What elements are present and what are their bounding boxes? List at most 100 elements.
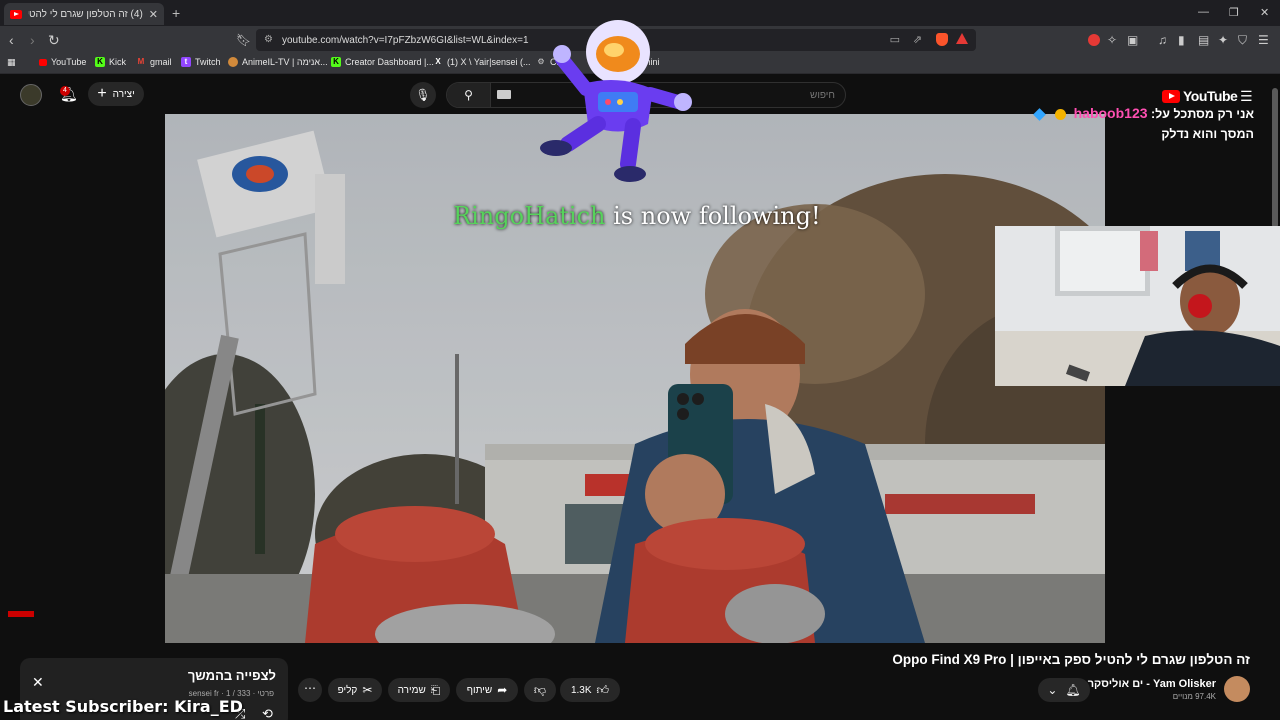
plus-icon: +: [97, 85, 107, 102]
sidebar-icon[interactable]: ▮: [1178, 33, 1185, 47]
apps-icon[interactable]: ▦: [7, 57, 16, 68]
leo-ai-icon[interactable]: ✦: [1218, 33, 1228, 47]
voice-search-icon[interactable]: 🎙︎: [410, 82, 436, 108]
save-label: שמירה: [397, 684, 426, 696]
brave-shields-icon[interactable]: [936, 33, 948, 46]
tab-title: (4) זה הטלפון שגרם לי להטיל ספ: [28, 8, 143, 20]
minimize-button[interactable]: —: [1198, 6, 1209, 18]
follow-alert: RingoHatich is now following!: [453, 202, 821, 230]
cast-icon[interactable]: ▭: [890, 33, 900, 46]
page-scrollbar[interactable]: [1272, 88, 1278, 228]
follower-name: RingoHatich: [453, 202, 606, 230]
create-button[interactable]: + יצירה: [88, 82, 144, 106]
search-icon[interactable]: ⚲: [447, 83, 491, 107]
thumbs-up-icon: 👍︎: [596, 682, 610, 697]
bookmark-animeil[interactable]: AnimeIL-TV | אנימה...: [228, 57, 328, 67]
bookmark-label: AnimeIL-TV | אנימה...: [242, 57, 328, 67]
subscribe-watermark-icon: [8, 611, 34, 617]
follow-text: is now following!: [605, 202, 821, 230]
gmail-icon: M: [137, 57, 145, 66]
close-icon[interactable]: ✕: [32, 674, 44, 691]
bookmark-label: gmail: [150, 57, 172, 67]
youtube-favicon-icon: [10, 9, 22, 19]
create-label: יצירה: [112, 88, 135, 100]
latest-subscriber-banner: Latest Subscriber: Kira_ED: [3, 697, 243, 716]
bell-icon: 🔔︎: [1065, 683, 1081, 697]
chat-badge-icon: [1055, 109, 1067, 121]
webcam-overlay: [995, 226, 1280, 386]
site-info-icon[interactable]: ⚙: [264, 34, 273, 45]
forward-icon[interactable]: ›: [30, 32, 35, 48]
twitch-icon: t: [181, 57, 191, 67]
kick-icon: K: [331, 57, 341, 67]
bookmark-x[interactable]: X (1) X \ Yair|sensei (...: [433, 57, 531, 67]
media-icon[interactable]: ♫: [1158, 33, 1167, 47]
astronaut-alert-icon: [540, 20, 692, 182]
bookmark-label: YouTube: [51, 57, 87, 67]
maximize-button[interactable]: ❐: [1229, 6, 1239, 19]
kick-icon: K: [95, 57, 105, 67]
vpn-icon[interactable]: ⛉: [1238, 33, 1247, 48]
chat-username: haboob123: [1073, 105, 1148, 121]
video-player[interactable]: [165, 114, 1105, 643]
share-button[interactable]: ➦ שיתוף: [456, 678, 518, 702]
bookmark-kick[interactable]: K Kick: [95, 57, 126, 67]
clip-button[interactable]: ✂ קליפ: [328, 678, 382, 702]
tab-close-icon[interactable]: ✕: [149, 8, 158, 21]
url-text: youtube.com/watch?v=I7pFZbzW6GI&list=WL&…: [282, 34, 529, 46]
youtube-icon: [39, 58, 47, 66]
save-bookmark-icon: ⎗: [430, 682, 441, 697]
animeil-icon: [228, 57, 238, 67]
bookmark-label: Kick: [109, 57, 127, 67]
bookmark-gmail[interactable]: Mgmail: [136, 57, 172, 67]
bookmark-label: Creator Dashboard |...: [345, 57, 434, 67]
chat-message-line1: אני רק מסתכל על:: [1151, 107, 1254, 121]
like-button[interactable]: 👍︎ 1.3K: [560, 678, 620, 702]
notification-count-badge: 4: [60, 86, 70, 96]
keyboard-icon[interactable]: [497, 90, 511, 99]
brave-rewards-icon[interactable]: [956, 33, 968, 44]
bookmark-label: Twitch: [195, 57, 221, 67]
avatar[interactable]: [20, 84, 42, 106]
extensions-icon[interactable]: ✧: [1107, 33, 1117, 47]
active-tab[interactable]: (4) זה הטלפון שגרם לי להטיל ספ ✕: [4, 3, 164, 25]
clip-label: קליפ: [337, 684, 358, 696]
youtube-logo[interactable]: YouTube: [1162, 88, 1238, 104]
share-label: שיתוף: [466, 684, 493, 696]
save-button[interactable]: ⎗ שמירה: [388, 678, 450, 702]
share-arrow-icon: ➦: [497, 683, 508, 697]
menu-icon[interactable]: ☰: [1258, 33, 1269, 47]
bookmark-creator-dashboard[interactable]: K Creator Dashboard |...: [331, 57, 434, 67]
stream-chat-message: אני רק מסתכל על: haboob123 המסך והוא נדל…: [1030, 103, 1254, 144]
more-actions-button[interactable]: ⋯: [298, 678, 322, 702]
bookmark-icon[interactable]: 🔖︎: [236, 33, 251, 47]
chevron-down-icon: ⌄: [1047, 683, 1058, 697]
back-icon[interactable]: ‹: [9, 32, 14, 48]
wallet-icon[interactable]: ▤: [1198, 33, 1209, 47]
extension-record-icon[interactable]: [1088, 34, 1100, 46]
youtube-logo-text: YouTube: [1183, 88, 1238, 104]
chat-message-line2: המסך והוא נדלק: [1161, 127, 1254, 141]
screenshot-icon[interactable]: ▣: [1127, 33, 1138, 47]
loop-icon[interactable]: ⟲: [262, 706, 273, 720]
playlist-title[interactable]: לצפייה בהמשך: [188, 668, 276, 683]
bookmark-twitch[interactable]: t Twitch: [181, 57, 221, 67]
webcam-feed: [995, 226, 1280, 386]
scissors-icon: ✂: [362, 683, 373, 697]
chat-badge-diamond-icon: [1032, 108, 1046, 122]
video-title: זה הטלפון שגרם לי להטיל ספק באייפון | Op…: [892, 652, 1250, 667]
like-count: 1.3K: [570, 684, 592, 696]
x-icon: X: [435, 57, 441, 66]
new-tab-button[interactable]: +: [172, 5, 180, 21]
youtube-logo-icon: [1162, 89, 1180, 103]
dislike-button[interactable]: 👎︎: [524, 678, 556, 702]
subscribed-button[interactable]: ⌄ 🔔︎: [1038, 678, 1090, 702]
bookmark-label: (1) X \ Yair|sensei (...: [447, 57, 531, 67]
reload-icon[interactable]: ↻: [48, 32, 60, 49]
close-window-button[interactable]: ✕: [1260, 6, 1269, 19]
bookmark-youtube[interactable]: YouTube: [39, 57, 86, 67]
thumbs-down-icon: 👎︎: [533, 682, 547, 697]
channel-avatar[interactable]: [1224, 676, 1250, 702]
share-icon[interactable]: ⇗: [913, 33, 922, 46]
video-frame: [165, 114, 1105, 643]
